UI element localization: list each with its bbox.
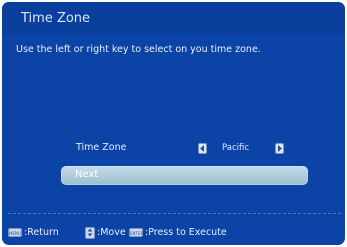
time-zone-label: Time Zone [76,142,127,153]
time-zone-screen: Time Zone Use the left or right key to s… [2,2,345,245]
time-zone-selector[interactable]: Time Zone Pacific [2,138,345,160]
right-arrow-icon[interactable] [275,143,284,154]
execute-hint: :Press to Execute [145,227,227,238]
return-hint: :Return [24,227,59,238]
next-button-label: Next [75,169,99,180]
footer-hints: MENU :Return :Move ENTER :Press to Execu… [6,226,344,242]
next-button[interactable]: Next [61,166,308,185]
left-arrow-icon[interactable] [198,143,207,154]
header-bar: Time Zone [2,2,345,34]
menu-key-icon: MENU [8,228,22,237]
page-title: Time Zone [21,11,91,26]
footer-divider [8,213,341,214]
enter-key-icon: ENTER [129,228,143,237]
instruction-text: Use the left or right key to select on y… [16,44,261,55]
move-hint: :Move [97,227,126,238]
updown-arrow-icon [85,227,95,239]
time-zone-value: Pacific [222,143,250,153]
